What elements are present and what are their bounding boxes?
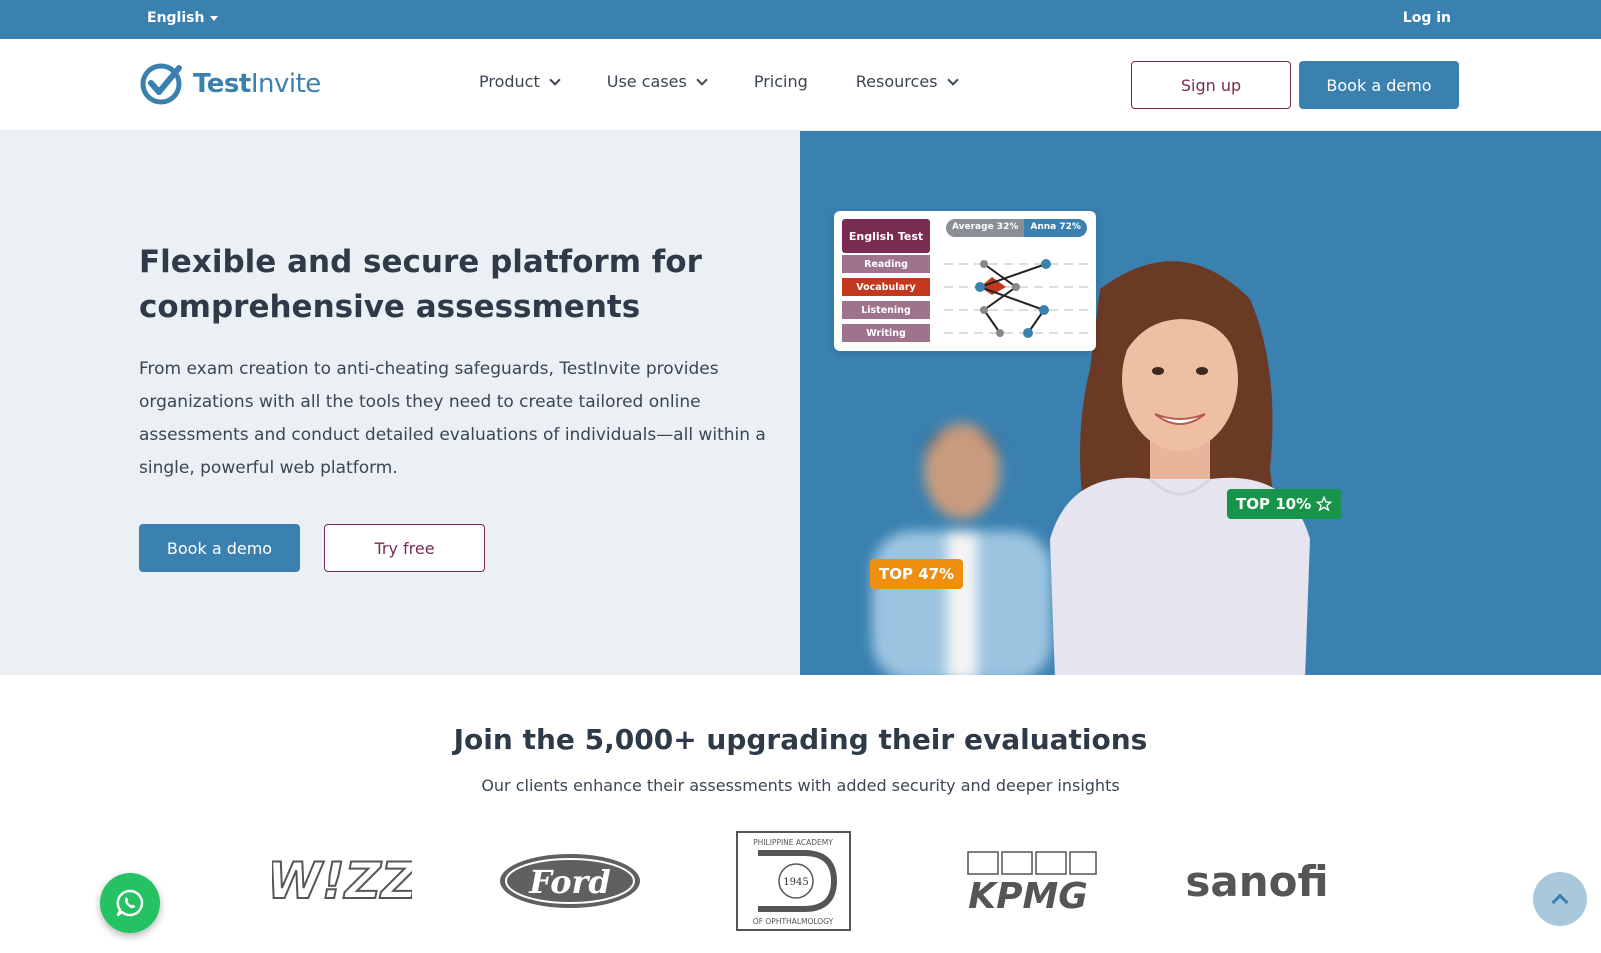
book-demo-nav-button[interactable]: Book a demo bbox=[1299, 61, 1459, 109]
svg-text:KPMG: KPMG bbox=[968, 876, 1088, 916]
top-47-badge: TOP 47% bbox=[870, 559, 964, 589]
nav-resources[interactable]: Resources bbox=[855, 72, 959, 91]
svg-text:W!ZZ: W!ZZ bbox=[272, 852, 412, 910]
nav-links: Product Use cases Pricing Resources bbox=[479, 72, 1005, 91]
client-logo-paoph: PHILIPPINE ACADEMY 1945 OF OPHTHALMOLOGY bbox=[736, 831, 851, 931]
whatsapp-chat-button[interactable] bbox=[100, 873, 160, 933]
badge-right-label: TOP 10% bbox=[1236, 495, 1312, 513]
login-link[interactable]: Log in bbox=[1403, 10, 1451, 26]
skill-writing: Writing bbox=[842, 324, 930, 342]
svg-text:Ford: Ford bbox=[528, 863, 611, 901]
language-selector[interactable]: English bbox=[147, 10, 219, 26]
language-label: English bbox=[147, 10, 205, 26]
main-nav: TestInvite Product Use cases Pricing Res… bbox=[0, 39, 1601, 131]
skill-listening: Listening bbox=[842, 301, 930, 319]
try-free-button[interactable]: Try free bbox=[324, 524, 485, 572]
whatsapp-icon bbox=[116, 889, 144, 917]
clients-title: Join the 5,000+ upgrading their evaluati… bbox=[453, 723, 1148, 756]
card-title: English Test bbox=[842, 219, 930, 253]
hero-title: Flexible and secure platform for compreh… bbox=[139, 244, 702, 325]
nav-use-cases[interactable]: Use cases bbox=[606, 72, 708, 91]
legend-average: Average 32% bbox=[946, 219, 1025, 237]
skill-comparison-plot bbox=[944, 259, 1092, 338]
client-logo-ford: Ford bbox=[498, 831, 643, 931]
book-demo-button[interactable]: Book a demo bbox=[139, 524, 300, 572]
chevron-up-icon bbox=[1551, 893, 1569, 911]
badge-left-label: TOP 47% bbox=[879, 565, 955, 583]
top-bar: English Log in bbox=[0, 0, 1601, 39]
nav-resources-label: Resources bbox=[855, 72, 938, 91]
brand-logo[interactable]: TestInvite bbox=[139, 62, 321, 106]
svg-text:OF OPHTHALMOLOGY: OF OPHTHALMOLOGY bbox=[753, 917, 834, 926]
nav-product-label: Product bbox=[479, 72, 540, 91]
client-logo-wizz: W!ZZ bbox=[272, 831, 412, 931]
scroll-to-top-button[interactable] bbox=[1533, 872, 1587, 926]
hero-illustration: English Test Average 32% Anna 72% Readin… bbox=[800, 131, 1601, 675]
test-result-card: English Test Average 32% Anna 72% Readin… bbox=[834, 211, 1096, 351]
skill-vocabulary: Vocabulary bbox=[842, 278, 930, 296]
nav-pricing-label: Pricing bbox=[753, 72, 808, 91]
star-icon bbox=[1316, 496, 1333, 512]
chevron-down-icon bbox=[946, 73, 959, 86]
score-legend: Average 32% Anna 72% bbox=[946, 219, 1087, 237]
nav-use-cases-label: Use cases bbox=[606, 72, 687, 91]
signup-button[interactable]: Sign up bbox=[1131, 61, 1291, 109]
logo-check-icon bbox=[140, 63, 182, 105]
clients-subtitle: Our clients enhance their assessments wi… bbox=[481, 776, 1120, 795]
nav-pricing[interactable]: Pricing bbox=[754, 72, 808, 91]
client-logo-kpmg: KPMG bbox=[958, 831, 1098, 931]
skill-reading: Reading bbox=[842, 255, 930, 273]
top-10-badge: TOP 10% bbox=[1227, 489, 1342, 519]
legend-anna: Anna 72% bbox=[1024, 219, 1087, 237]
nav-product[interactable]: Product bbox=[479, 72, 561, 91]
svg-text:PHILIPPINE ACADEMY: PHILIPPINE ACADEMY bbox=[753, 838, 833, 847]
svg-text:sanofi: sanofi bbox=[1185, 857, 1328, 906]
caret-down-icon bbox=[210, 15, 219, 21]
svg-text:1945: 1945 bbox=[783, 877, 808, 888]
hero-description: From exam creation to anti-cheating safe… bbox=[139, 359, 766, 478]
brand-name: TestInvite bbox=[193, 69, 321, 99]
chevron-down-icon bbox=[696, 73, 708, 86]
chevron-down-icon bbox=[549, 73, 561, 86]
client-logo-sanofi: sanofi bbox=[1182, 831, 1332, 931]
